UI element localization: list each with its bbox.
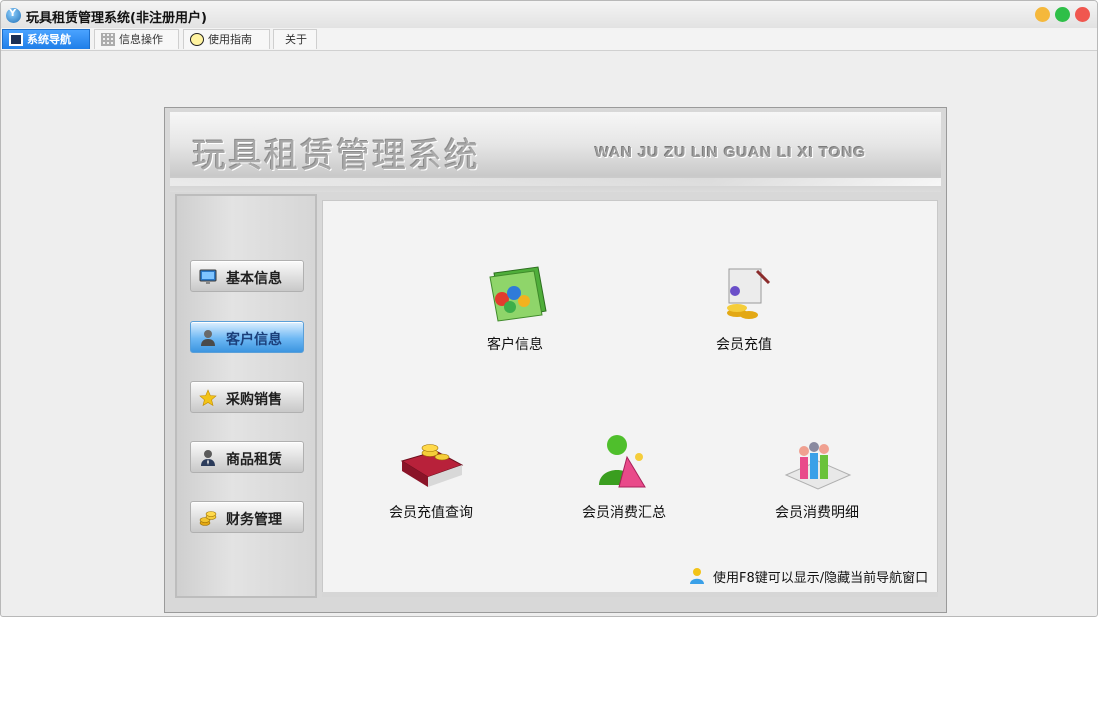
coins-icon	[199, 511, 217, 526]
sidebar-item-purchase-sales[interactable]: 采购销售	[190, 381, 304, 413]
minimize-button[interactable]	[1035, 7, 1050, 22]
tab-about[interactable]: 关于	[273, 29, 317, 49]
grid-icon	[101, 33, 115, 46]
function-area	[322, 200, 938, 593]
star-icon	[199, 389, 217, 407]
member-summary-icon	[599, 435, 646, 488]
recharge-book-icon	[400, 444, 464, 487]
sidebar-item-finance[interactable]: 财务管理	[190, 501, 304, 533]
sidebar-item-label: 基本信息	[226, 271, 282, 287]
sidebar-item-label: 商品租赁	[226, 452, 282, 468]
sidebar-item-basic-info[interactable]: 基本信息	[190, 260, 304, 292]
tab-info-operation[interactable]: 信息操作	[94, 29, 179, 49]
function-customer-info[interactable]: 客户信息	[445, 263, 585, 354]
banner-subtitle: WAN JU ZU LIN GUAN LI XI TONG	[595, 144, 867, 161]
tab-label: 关于	[285, 33, 307, 46]
sidebar-item-customer-info[interactable]: 客户信息	[190, 321, 304, 353]
tab-label: 使用指南	[208, 33, 252, 46]
sidebar: 基本信息 客户信息 采购销售 商品租赁 财务管理	[175, 194, 317, 598]
person-icon	[201, 330, 215, 346]
content-bottom-bar	[322, 592, 938, 597]
hint-text: 使用F8键可以显示/隐藏当前导航窗口	[713, 571, 929, 586]
sidebar-item-label: 采购销售	[226, 392, 282, 408]
sidebar-item-goods-rental[interactable]: 商品租赁	[190, 441, 304, 473]
function-label: 会员消费明细	[775, 505, 859, 521]
monitor-icon	[199, 269, 217, 284]
recharge-icon	[727, 268, 771, 319]
banner-divider	[170, 178, 941, 186]
app-window: 玩具租赁管理系统(非注册用户) 系统导航 信息操作 使用指南 关于 玩具租赁管理…	[0, 0, 1098, 617]
function-label: 客户信息	[487, 337, 543, 353]
close-button[interactable]	[1075, 7, 1090, 22]
monitor-icon	[9, 33, 23, 46]
user-hint-icon	[690, 568, 704, 584]
title-bar: 玩具租赁管理系统(非注册用户)	[1, 1, 1097, 28]
tab-system-nav[interactable]: 系统导航	[2, 29, 90, 49]
app-logo-icon	[6, 8, 21, 23]
function-consumption-summary[interactable]: 会员消费汇总	[554, 431, 694, 522]
tab-label: 信息操作	[119, 33, 163, 46]
clock-icon	[190, 33, 204, 46]
function-recharge-query[interactable]: 会员充值查询	[361, 431, 501, 522]
customer-folder-icon	[489, 266, 547, 322]
function-member-recharge[interactable]: 会员充值	[674, 263, 814, 354]
function-consumption-detail[interactable]: 会员消费明细	[747, 431, 887, 522]
member-detail-icon	[784, 442, 852, 490]
tab-bar: 系统导航 信息操作 使用指南 关于	[1, 28, 1097, 51]
banner-title: 玩具租赁管理系统	[192, 136, 480, 176]
businessman-icon	[201, 450, 215, 466]
sidebar-item-label: 客户信息	[226, 332, 282, 348]
maximize-button[interactable]	[1055, 7, 1070, 22]
tab-label: 系统导航	[27, 33, 71, 46]
window-title: 玩具租赁管理系统(非注册用户)	[26, 11, 207, 26]
function-label: 会员充值	[716, 337, 772, 353]
sidebar-item-label: 财务管理	[226, 512, 282, 528]
banner: 玩具租赁管理系统 WAN JU ZU LIN GUAN LI XI TONG	[170, 112, 941, 192]
navigation-panel: 玩具租赁管理系统 WAN JU ZU LIN GUAN LI XI TONG 基…	[164, 107, 947, 613]
function-label: 会员充值查询	[389, 505, 473, 521]
tab-user-guide[interactable]: 使用指南	[183, 29, 270, 49]
function-label: 会员消费汇总	[582, 505, 666, 521]
